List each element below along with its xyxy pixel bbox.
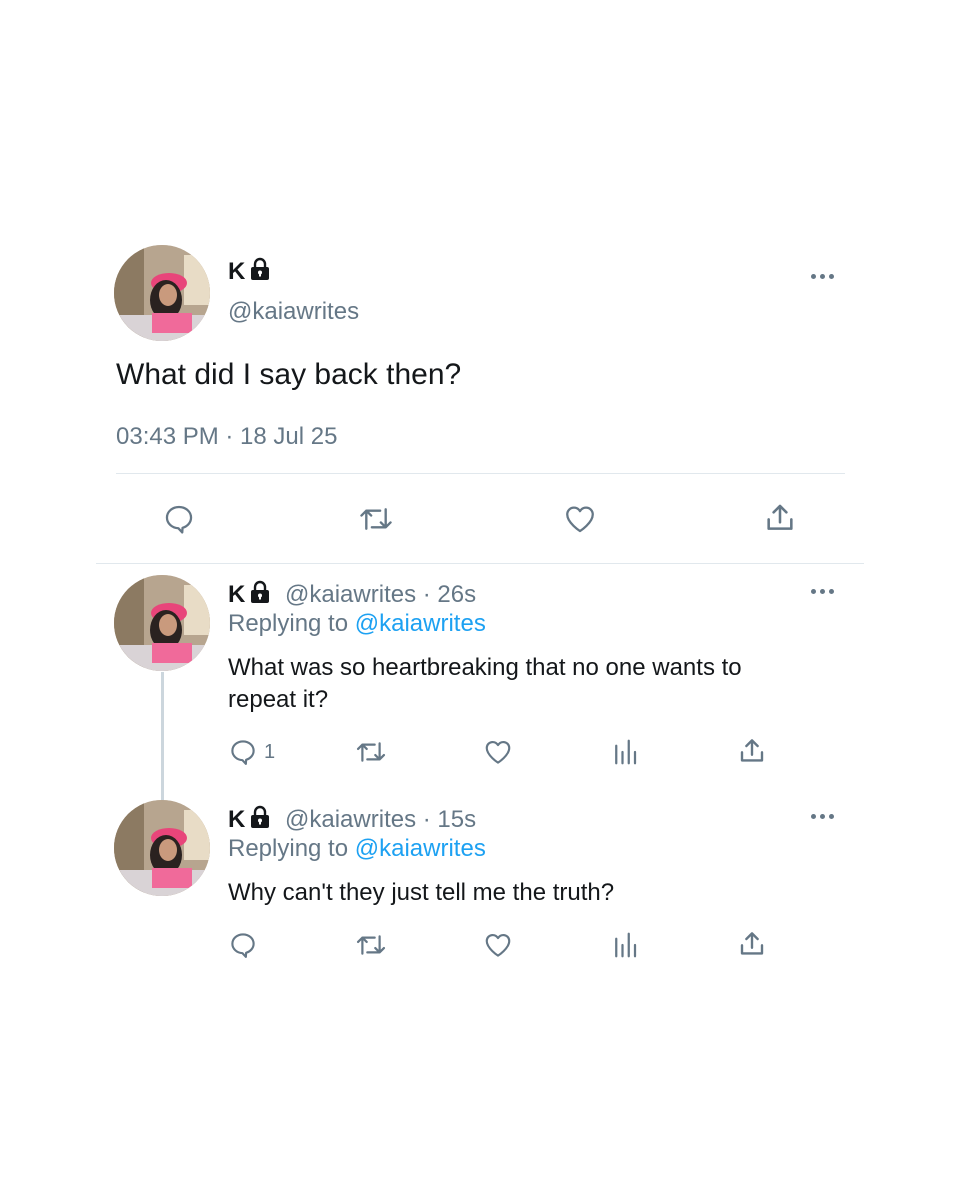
like-icon: [485, 740, 511, 764]
replying-to-link[interactable]: @kaiawrites: [355, 610, 486, 637]
thread-line: [161, 672, 164, 802]
handle[interactable]: @kaiawrites: [228, 298, 359, 326]
handle-time[interactable]: @kaiawrites · 15s: [285, 806, 476, 833]
display-name[interactable]: K: [228, 581, 245, 608]
tweet-timestamp[interactable]: 03:43 PM · 18 Jul 25: [116, 423, 337, 451]
reply-button[interactable]: [228, 930, 264, 960]
replying-to: Replying to @kaiawrites: [228, 835, 486, 863]
reply-header: K @kaiawrites · 15s: [228, 805, 476, 834]
lock-icon: [251, 805, 270, 828]
reply-header: K @kaiawrites · 26s: [228, 580, 476, 609]
share-button[interactable]: [737, 928, 767, 960]
display-name[interactable]: K: [228, 806, 245, 833]
share-icon: [767, 504, 793, 530]
analytics-icon: [615, 739, 637, 765]
reply-text: What was so heartbreaking that no one wa…: [228, 652, 742, 716]
reply-button[interactable]: [162, 502, 196, 536]
retweet-icon: [356, 742, 386, 762]
more-icon[interactable]: [811, 271, 839, 281]
lock-icon: [251, 580, 270, 603]
share-icon: [740, 739, 764, 762]
reply-text-line: What was so heartbreaking that no one wa…: [228, 654, 742, 681]
reply-text-line: repeat it?: [228, 686, 329, 713]
share-button[interactable]: [763, 500, 797, 536]
analytics-icon: [615, 932, 637, 958]
retweet-button[interactable]: [355, 737, 387, 767]
more-icon[interactable]: [811, 586, 839, 596]
like-icon: [485, 933, 511, 957]
lock-icon: [251, 257, 270, 280]
reply-icon: [231, 740, 255, 765]
retweet-button[interactable]: [358, 502, 394, 536]
avatar[interactable]: [114, 575, 210, 671]
replying-prefix: Replying to: [228, 835, 349, 862]
reply-icon: [165, 505, 193, 534]
reply-icon: [231, 933, 255, 958]
like-button[interactable]: [482, 930, 514, 960]
reply-count: 1: [264, 740, 276, 763]
analytics-button[interactable]: [610, 930, 640, 960]
like-button[interactable]: [482, 737, 514, 767]
avatar[interactable]: [114, 245, 210, 341]
like-icon: [566, 506, 594, 533]
analytics-button[interactable]: [610, 737, 640, 767]
share-button[interactable]: [737, 735, 767, 767]
more-icon[interactable]: [811, 811, 839, 821]
divider: [96, 563, 864, 564]
avatar[interactable]: [114, 800, 210, 896]
like-button[interactable]: [562, 502, 598, 536]
reply-text: Why can't they just tell me the truth?: [228, 879, 615, 906]
share-icon: [740, 932, 764, 955]
replying-to: Replying to @kaiawrites: [228, 610, 486, 638]
replying-to-link[interactable]: @kaiawrites: [355, 835, 486, 862]
handle-time[interactable]: @kaiawrites · 26s: [285, 581, 476, 608]
reply-button[interactable]: 1: [228, 737, 275, 767]
tweet-text: What did I say back then?: [116, 358, 462, 391]
divider: [116, 473, 845, 474]
display-name[interactable]: K: [228, 257, 272, 286]
retweet-icon: [356, 935, 386, 955]
retweet-button[interactable]: [355, 930, 387, 960]
retweet-icon: [360, 508, 392, 530]
display-name-text[interactable]: K: [228, 258, 245, 285]
replying-prefix: Replying to: [228, 610, 349, 637]
